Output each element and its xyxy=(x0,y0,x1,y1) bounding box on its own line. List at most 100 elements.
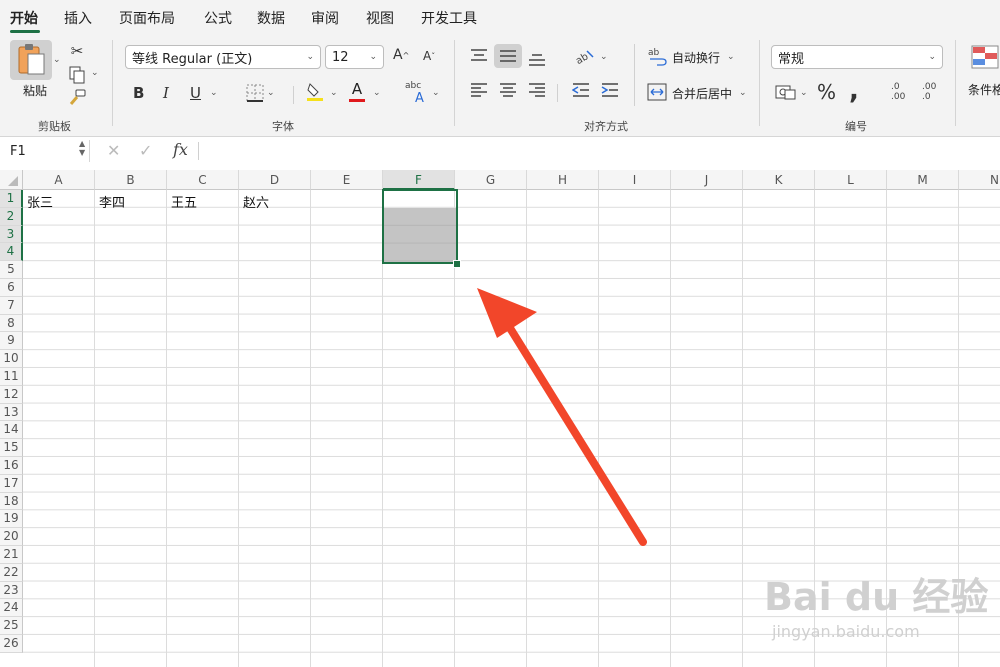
align-center-icon[interactable] xyxy=(499,83,517,97)
copy-icon[interactable] xyxy=(67,66,87,84)
row-header-15[interactable]: 15 xyxy=(0,439,23,457)
column-header-C[interactable]: C xyxy=(167,170,239,190)
tab-formulas[interactable]: 公式 xyxy=(204,8,232,28)
tab-page-layout[interactable]: 页面布局 xyxy=(119,8,175,28)
row-header-2[interactable]: 2 xyxy=(0,207,23,226)
selection-range-border[interactable] xyxy=(382,189,458,264)
wrap-text-icon[interactable]: ab xyxy=(647,46,667,66)
tab-home[interactable]: 开始 xyxy=(10,8,38,28)
align-right-icon[interactable] xyxy=(528,83,546,97)
italic-button[interactable]: I xyxy=(163,84,169,102)
fill-color-dropdown-icon[interactable]: ⌄ xyxy=(330,88,338,98)
row-header-8[interactable]: 8 xyxy=(0,314,23,333)
formula-input[interactable] xyxy=(202,140,998,162)
row-header-21[interactable]: 21 xyxy=(0,546,23,564)
phonetic-dropdown-icon[interactable]: ⌄ xyxy=(432,88,440,98)
column-header-K[interactable]: K xyxy=(743,170,815,190)
cut-icon[interactable]: ✂ xyxy=(68,42,86,60)
align-top-icon[interactable] xyxy=(468,45,490,67)
increase-indent-icon[interactable] xyxy=(601,83,619,97)
name-box-stepper-icon[interactable]: ▲ ▼ xyxy=(79,139,85,157)
comma-style-button[interactable]: , xyxy=(849,76,859,106)
row-header-23[interactable]: 23 xyxy=(0,581,23,600)
row-header-19[interactable]: 19 xyxy=(0,510,23,529)
enter-formula-icon[interactable]: ✓ xyxy=(139,141,152,160)
number-format-select[interactable]: 常规 ⌄ xyxy=(771,45,943,69)
underline-dropdown-icon[interactable]: ⌄ xyxy=(210,88,218,98)
tab-insert[interactable]: 插入 xyxy=(64,8,92,28)
conditional-formatting-label[interactable]: 条件格 xyxy=(968,81,1000,98)
row-header-11[interactable]: 11 xyxy=(0,368,23,386)
tab-developer[interactable]: 开发工具 xyxy=(421,8,477,28)
column-header-F[interactable]: F xyxy=(383,170,455,190)
row-header-3[interactable]: 3 xyxy=(0,225,23,244)
row-header-17[interactable]: 17 xyxy=(0,474,23,493)
column-header-G[interactable]: G xyxy=(455,170,527,190)
column-header-A[interactable]: A xyxy=(23,170,95,190)
font-name-select[interactable]: 等线 Regular (正文) ⌄ xyxy=(125,45,321,69)
row-header-26[interactable]: 26 xyxy=(0,635,23,653)
row-header-4[interactable]: 4 xyxy=(0,243,23,262)
row-header-18[interactable]: 18 xyxy=(0,492,23,511)
column-header-N[interactable]: N xyxy=(959,170,1000,190)
column-header-H[interactable]: H xyxy=(527,170,599,190)
align-bottom-icon[interactable] xyxy=(526,48,548,70)
column-header-D[interactable]: D xyxy=(239,170,311,190)
conditional-formatting-icon[interactable] xyxy=(970,42,1000,72)
borders-dropdown-icon[interactable]: ⌄ xyxy=(267,88,275,98)
row-header-20[interactable]: 20 xyxy=(0,528,23,546)
row-header-13[interactable]: 13 xyxy=(0,403,23,422)
cell-D1[interactable]: 赵六 xyxy=(240,192,269,211)
font-color-icon[interactable]: A xyxy=(347,80,367,102)
percent-style-button[interactable]: % xyxy=(817,80,836,104)
column-header-M[interactable]: M xyxy=(887,170,959,190)
accounting-format-icon[interactable] xyxy=(775,83,797,101)
row-header-1[interactable]: 1 xyxy=(0,190,23,208)
underline-button[interactable]: U xyxy=(190,84,201,102)
row-header-14[interactable]: 14 xyxy=(0,421,23,440)
row-header-6[interactable]: 6 xyxy=(0,279,23,297)
row-header-12[interactable]: 12 xyxy=(0,385,23,404)
orientation-dropdown-icon[interactable]: ⌄ xyxy=(600,52,608,62)
name-box[interactable]: F1 xyxy=(4,140,90,162)
font-color-dropdown-icon[interactable]: ⌄ xyxy=(373,88,381,98)
cell-B1[interactable]: 李四 xyxy=(96,192,125,211)
merge-dropdown-icon[interactable]: ⌄ xyxy=(739,88,747,98)
cell-A1[interactable]: 张三 xyxy=(24,192,53,211)
insert-function-icon[interactable]: fx xyxy=(173,140,188,159)
row-header-9[interactable]: 9 xyxy=(0,332,23,351)
increase-decimal-button[interactable]: .0 .00 xyxy=(891,82,905,102)
accounting-dropdown-icon[interactable]: ⌄ xyxy=(800,88,808,98)
row-header-10[interactable]: 10 xyxy=(0,350,23,368)
cancel-formula-icon[interactable]: ✕ xyxy=(107,141,120,160)
borders-icon[interactable] xyxy=(246,84,264,102)
column-header-E[interactable]: E xyxy=(311,170,383,190)
tab-data[interactable]: 数据 xyxy=(257,8,285,28)
format-painter-icon[interactable] xyxy=(67,88,87,106)
row-header-22[interactable]: 22 xyxy=(0,563,23,582)
align-left-icon[interactable] xyxy=(470,83,488,97)
column-header-L[interactable]: L xyxy=(815,170,887,190)
wrap-text-dropdown-icon[interactable]: ⌄ xyxy=(727,52,735,62)
merge-center-icon[interactable] xyxy=(647,82,667,102)
tab-review[interactable]: 审阅 xyxy=(311,8,339,28)
row-header-5[interactable]: 5 xyxy=(0,261,23,279)
decrease-font-size-icon[interactable]: Aˇ xyxy=(423,49,435,63)
fill-handle[interactable] xyxy=(453,260,461,268)
merge-center-label[interactable]: 合并后居中 xyxy=(672,85,732,102)
wrap-text-label[interactable]: 自动换行 xyxy=(672,49,720,66)
row-header-7[interactable]: 7 xyxy=(0,296,23,315)
column-header-B[interactable]: B xyxy=(95,170,167,190)
select-all-corner[interactable] xyxy=(0,170,23,190)
align-middle-icon[interactable] xyxy=(494,44,522,68)
bold-button[interactable]: B xyxy=(133,84,144,102)
row-header-24[interactable]: 24 xyxy=(0,599,23,618)
font-size-select[interactable]: 12 ⌄ xyxy=(325,45,384,69)
phonetic-guide-icon[interactable]: abc A xyxy=(405,81,424,106)
decrease-decimal-button[interactable]: .00 .0 xyxy=(922,82,936,102)
decrease-indent-icon[interactable] xyxy=(572,83,590,97)
column-header-I[interactable]: I xyxy=(599,170,671,190)
paste-button[interactable] xyxy=(10,40,52,80)
copy-dropdown-icon[interactable]: ⌄ xyxy=(91,68,99,78)
fill-color-icon[interactable] xyxy=(305,80,325,102)
